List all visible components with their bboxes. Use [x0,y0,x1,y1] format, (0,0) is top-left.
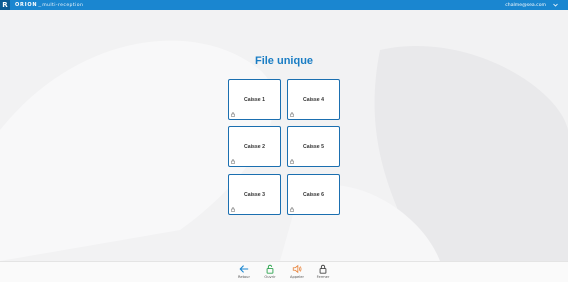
brand-separator: _ [38,2,42,8]
lock-icon [319,264,327,274]
register-label: Caisse 3 [243,191,266,198]
user-menu[interactable]: chalme@sea.com [505,0,558,10]
lock-icon [290,159,294,164]
close-label: Fermer [316,275,330,279]
bottom-action-bar: Retour Ouvrir Appeler Fermer [0,261,568,282]
register-card-4[interactable]: Caisse 4 [287,79,340,120]
lock-icon [231,112,235,117]
lock-icon [290,112,294,117]
call-label: Appeler [290,275,304,279]
register-card-2[interactable]: Caisse 2 [228,126,281,167]
lock-open-icon [266,264,274,274]
call-button[interactable]: Appeler [285,264,309,279]
arrow-left-icon [239,265,249,273]
chevron-down-icon [552,2,558,8]
register-label: Caisse 6 [302,191,325,198]
app-name: multi-reception [42,2,84,8]
lock-icon [231,207,235,212]
page-title: File unique [254,55,314,67]
register-card-5[interactable]: Caisse 5 [287,126,340,167]
open-button[interactable]: Ouvrir [258,264,282,279]
user-email: chalme@sea.com [505,2,546,8]
open-label: Ouvrir [264,275,276,279]
logo-letter: R [2,1,8,9]
register-card-6[interactable]: Caisse 6 [287,174,340,215]
register-label: Caisse 2 [243,143,266,150]
top-bar: R ORION _ multi-reception chalme@sea.com [0,0,568,10]
speaker-icon [292,264,302,274]
brand-name: ORION [15,2,38,8]
close-button[interactable]: Fermer [311,264,335,279]
register-card-3[interactable]: Caisse 3 [228,174,281,215]
register-label: Caisse 4 [302,96,325,103]
register-card-1[interactable]: Caisse 1 [228,79,281,120]
lock-icon [290,207,294,212]
background-decoration [0,10,568,261]
register-label: Caisse 1 [243,96,266,103]
logo: R [0,0,10,10]
back-button[interactable]: Retour [232,264,256,279]
register-label: Caisse 5 [302,143,325,150]
back-label: Retour [238,275,250,279]
lock-icon [231,159,235,164]
